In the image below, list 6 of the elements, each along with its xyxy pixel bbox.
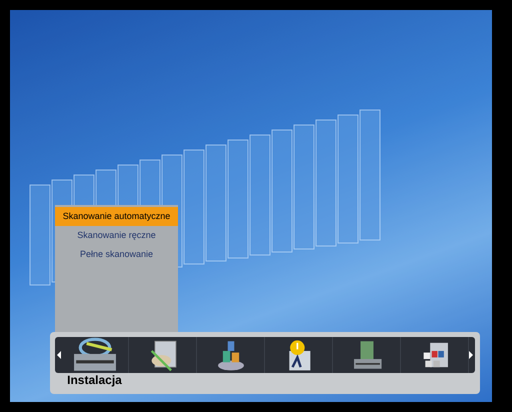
scan-menu-item[interactable]: Skanowanie ręczne bbox=[55, 226, 178, 245]
menu-label: Instalacja bbox=[67, 372, 122, 389]
left-arrow-icon[interactable] bbox=[57, 351, 61, 359]
right-arrow-icon[interactable] bbox=[469, 351, 473, 359]
scan-menu-item[interactable]: Skanowanie automatyczne bbox=[55, 207, 178, 226]
scan-menu-item[interactable]: Pełne skanowanie bbox=[55, 245, 178, 264]
